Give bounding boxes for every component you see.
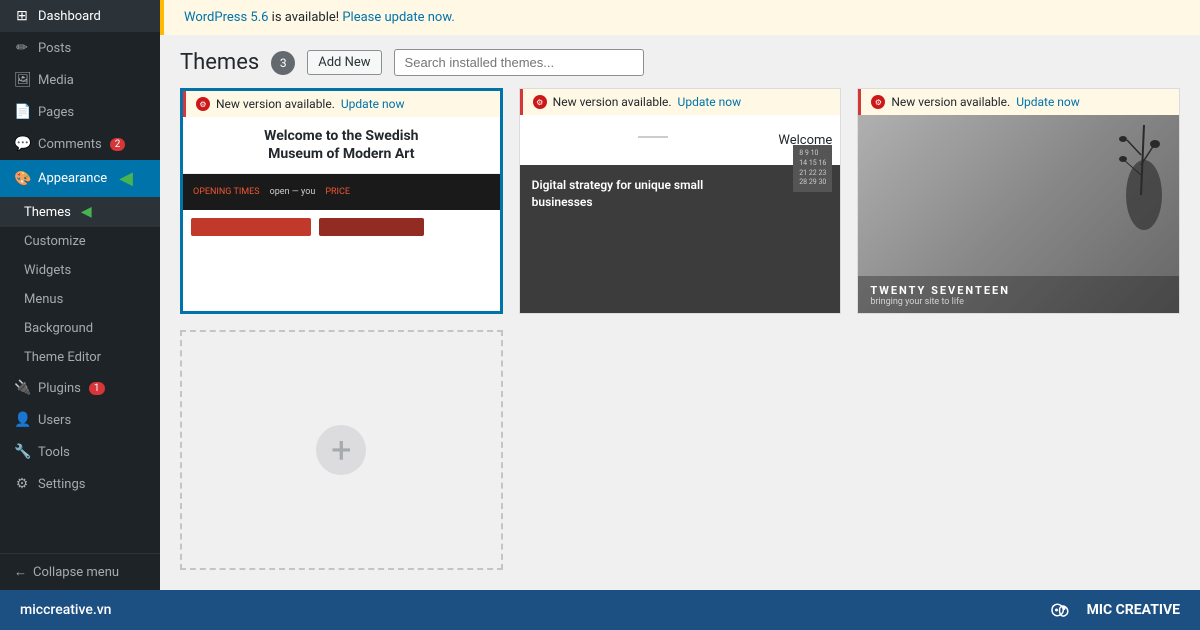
ts-overlay: TWENTY SEVENTEEN bringing your site to l… [858, 276, 1179, 314]
wp-icon-3: ⚙ [871, 95, 885, 109]
mic-creative-logo-icon [1049, 600, 1079, 620]
twenty-twenty-preview: Welcome to the SwedishMuseum of Modern A… [183, 117, 500, 314]
sidebar-item-themes[interactable]: Themes ◀ [0, 197, 160, 227]
add-new-button[interactable]: Add New [307, 50, 381, 75]
footer-right-text: MIC CREATIVE [1087, 602, 1180, 618]
sidebar-item-label: Pages [38, 105, 74, 120]
sidebar-item-appearance[interactable]: 🎨 Appearance ◀ [0, 160, 160, 197]
sidebar-item-background[interactable]: Background [0, 314, 160, 343]
wp-icon-1: ⚙ [196, 97, 210, 111]
sidebar-item-plugins[interactable]: 🔌 Plugins 1 [0, 372, 160, 404]
sidebar-item-label: Settings [38, 477, 85, 492]
sidebar-item-tools[interactable]: 🔧 Tools [0, 436, 160, 468]
tt-title: Welcome to the SwedishMuseum of Modern A… [197, 127, 486, 163]
sidebar-item-media[interactable]: 🖼 Media [0, 64, 160, 96]
main-content: WordPress 5.6 is available! Please updat… [160, 0, 1200, 590]
update-text-2: New version available. [553, 95, 672, 109]
sidebar-item-settings[interactable]: ⚙ Settings [0, 468, 160, 500]
update-notice: WordPress 5.6 is available! Please updat… [160, 0, 1200, 35]
twenty-seventeen-preview: TWENTY SEVENTEEN bringing your site to l… [858, 115, 1179, 314]
tt-pink-2 [319, 218, 424, 236]
calendar-widget: 8 9 1014 15 1621 22 2328 29 30 [793, 145, 832, 192]
sidebar-item-widgets[interactable]: Widgets [0, 256, 160, 285]
wp-version-link[interactable]: WordPress 5.6 [184, 10, 268, 25]
sidebar-item-theme-editor[interactable]: Theme Editor [0, 343, 160, 372]
sidebar-item-label: Posts [38, 41, 71, 56]
sidebar-item-label: Comments [38, 137, 102, 152]
add-theme-card[interactable]: + [180, 330, 503, 570]
collapse-label: Collapse menu [33, 565, 119, 580]
theme-card-twenty-seventeen: ⚙ New version available. Update now [857, 88, 1180, 314]
update-link-3[interactable]: Update now [1016, 95, 1080, 109]
collapse-icon: ← [14, 564, 27, 580]
posts-icon: ✏ [14, 40, 30, 56]
sidebar-item-label: Appearance [38, 171, 107, 186]
media-icon: 🖼 [14, 72, 30, 88]
update-link-1[interactable]: Update now [341, 97, 405, 111]
sidebar-item-users[interactable]: 👤 Users [0, 404, 160, 436]
sidebar-item-label: Users [38, 413, 71, 428]
sidebar-item-label: Background [24, 321, 93, 336]
comments-icon: 💬 [14, 136, 30, 152]
sidebar-item-label: Widgets [24, 263, 71, 278]
sidebar-item-label: Tools [38, 445, 70, 460]
comments-badge: 2 [110, 138, 126, 151]
sidebar: ⊞ Dashboard ✏ Posts 🖼 Media 📄 Pages 💬 Co… [0, 0, 160, 590]
footer-left-text: miccreative.vn [20, 602, 111, 618]
tools-icon: 🔧 [14, 444, 30, 460]
ts-logo: TWENTY SEVENTEEN [870, 284, 1167, 297]
themes-grid: ⚙ New version available. Update now Welc… [160, 88, 1200, 590]
sidebar-item-label: Menus [24, 292, 63, 307]
theme-card-twenty-nineteen: ⚙ New version available. Update now Welc… [519, 88, 842, 314]
dashboard-icon: ⊞ [14, 8, 30, 24]
settings-icon: ⚙ [14, 476, 30, 492]
tt-pink-1 [191, 218, 311, 236]
tn-heading: Digital strategy for unique small busine… [532, 177, 710, 211]
twenty-nineteen-preview: Welcome Digital strategy for unique smal… [520, 115, 841, 314]
themes-count: 3 [271, 51, 295, 75]
sidebar-item-menus[interactable]: Menus [0, 285, 160, 314]
update-notice-text: is available! [272, 10, 343, 25]
themes-header: Themes 3 Add New [160, 35, 1200, 88]
update-text-3: New version available. [891, 95, 1010, 109]
sidebar-item-label: Plugins [38, 381, 81, 396]
search-input[interactable] [394, 49, 644, 76]
update-link-2[interactable]: Update now [678, 95, 742, 109]
pages-icon: 📄 [14, 104, 30, 120]
plant-decoration [1119, 115, 1169, 245]
sidebar-item-pages[interactable]: 📄 Pages [0, 96, 160, 128]
users-icon: 👤 [14, 412, 30, 428]
sidebar-item-label: Customize [24, 234, 86, 249]
theme-card-twenty-twenty: ⚙ New version available. Update now Welc… [180, 88, 503, 314]
update-text-1: New version available. [216, 97, 335, 111]
wp-icon-2: ⚙ [533, 95, 547, 109]
sidebar-item-comments[interactable]: 💬 Comments 2 [0, 128, 160, 160]
sidebar-item-label: Dashboard [38, 9, 101, 24]
sidebar-item-label: Theme Editor [24, 350, 101, 365]
update-banner-3: ⚙ New version available. Update now [858, 89, 1179, 115]
appearance-icon: 🎨 [14, 171, 30, 187]
themes-title: Themes [180, 50, 259, 75]
sidebar-item-label: Themes [24, 205, 71, 220]
add-theme-plus-icon: + [316, 425, 366, 475]
plugins-icon: 🔌 [14, 380, 30, 396]
themes-arrow: ◀ [81, 204, 92, 220]
sidebar-item-customize[interactable]: Customize [0, 227, 160, 256]
sidebar-item-dashboard[interactable]: ⊞ Dashboard [0, 0, 160, 32]
update-banner-1: ⚙ New version available. Update now [183, 91, 500, 117]
plugins-badge: 1 [89, 382, 105, 395]
footer-right: MIC CREATIVE [1049, 600, 1180, 620]
sidebar-item-posts[interactable]: ✏ Posts [0, 32, 160, 64]
sidebar-item-label: Media [38, 73, 74, 88]
appearance-arrow: ◀ [119, 168, 133, 189]
ts-sub: bringing your site to life [870, 297, 1167, 307]
update-now-link[interactable]: Please update now. [342, 10, 454, 25]
update-banner-2: ⚙ New version available. Update now [520, 89, 841, 115]
collapse-menu-button[interactable]: ← Collapse menu [0, 553, 160, 590]
footer: miccreative.vn MIC CREATIVE [0, 590, 1200, 630]
